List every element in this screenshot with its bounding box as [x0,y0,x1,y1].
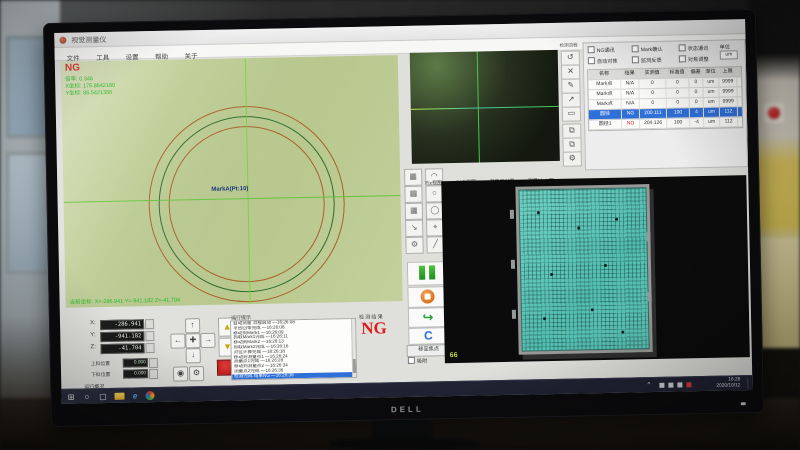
panel-count: 66 [450,352,458,359]
snap-checkbox[interactable]: 吸附 [408,357,428,365]
unit-select[interactable]: 单位 um [720,43,745,59]
axis-y-zero-button[interactable] [145,331,154,341]
tool-strip-label: 检测流程 [560,42,578,48]
jog-mode-button[interactable]: ◉ [173,366,188,381]
monitor: 视觉测量仪 文件 工具 设置 帮助 关于 NG 倍率: 0.346 X坐标: 1… [43,9,764,427]
tab-fix-view[interactable]: Fix视图 [425,179,442,186]
run-pause-button[interactable] [407,261,447,286]
pause-icon [419,266,425,280]
start-button[interactable]: ⊞ [65,392,76,403]
camera-status-ng: NG [65,62,80,73]
result-ng-value: NG [361,318,387,339]
tray-caret-icon[interactable]: ^ [643,380,654,391]
windows-taskbar: ⊞ ○ ▢ e ^ 16:28 2020/10/12 [61,375,752,404]
axis-x-label: X: [90,320,96,326]
search-icon[interactable]: ○ [81,391,92,402]
jog-right-button[interactable]: → [200,333,215,348]
frame-notch [511,260,515,269]
taskbar-clock[interactable]: 16:28 2020/10/12 [716,377,740,389]
emergency-button [764,103,784,123]
monitor-brand-logo: DELL [391,405,424,415]
axis-x-zero-button[interactable] [145,319,154,329]
frame-notch [510,210,514,219]
defect-dot [615,218,618,221]
camera-readout: Y坐标: 86.5421356 [65,88,112,97]
grid-tool-icon[interactable]: ▦ [404,186,422,203]
tray-icon-red[interactable] [686,382,691,387]
stop-icon [420,289,434,303]
checkbox-focus-adjust[interactable]: 对焦调整 [679,55,709,64]
grid-tool-icon[interactable]: ▦ [404,169,422,186]
mark-point-label: MarkA(Pt:10) [211,186,248,193]
edge-browser-icon[interactable]: e [129,390,140,401]
jog-left-button[interactable]: ← [170,333,185,348]
tray-icon[interactable] [668,383,673,388]
window-title: 视觉测量仪 [71,35,106,46]
jog-up-button[interactable]: ↑ [185,318,200,333]
axis-y-display: -941.182 [100,331,144,342]
roi-tool-icon[interactable]: ▭ [562,106,581,121]
file-explorer-icon[interactable] [114,393,124,400]
app-taskbar-icon[interactable] [145,391,154,400]
checkbox-ng-comm[interactable]: NG通讯 [588,46,615,55]
axis-z-label: Z: [90,344,95,350]
preset-load-display: 0.000 [123,358,148,367]
frame-notch [512,310,516,319]
panel-map-view[interactable]: 66 [441,175,750,363]
results-table: 名称 结果 实测值 标准值 偏差 单位 上限 Mark点N/A000um9999… [587,66,743,131]
task-view-icon[interactable]: ▢ [97,391,108,402]
pcb-map[interactable] [515,184,652,355]
pause-icon [429,265,435,279]
crosshair-horizontal [411,106,559,110]
checkbox-mark-confirm[interactable]: Mark确认 [632,45,663,54]
defect-dot [604,264,607,267]
defect-dot [621,331,624,334]
jog-down-button[interactable]: ↓ [186,348,201,363]
jog-center-button[interactable]: ✚ [185,333,200,348]
table-row[interactable]: 圆径1NG204.126100-4um112 [589,117,742,130]
preset-load-button[interactable] [149,358,158,368]
defect-dot [543,317,546,320]
preset-unload-button[interactable] [149,369,158,379]
axis-y-label: Y: [90,332,95,338]
gear-icon[interactable]: ⚙ [405,237,423,254]
axis-z-zero-button[interactable] [145,343,154,353]
grid-tool-icon[interactable]: ▦ [405,203,423,220]
preset-unload-display: 0.000 [123,369,148,378]
stop-button[interactable] [407,286,447,308]
app-icon [59,37,66,44]
preset-load-label: 上料位置 [91,360,110,367]
tray-icon[interactable] [677,382,682,387]
defect-dot [577,226,580,229]
log-scrollbar[interactable] [351,319,356,377]
show-desktop-button[interactable] [747,378,750,389]
checkbox-auto-focus[interactable]: 自动对焦 [588,57,618,66]
frame-notch [648,292,652,301]
checkbox-status-comm[interactable]: 状态通讯 [679,44,709,53]
axis-x-display: -286.941 [100,319,144,330]
return-button[interactable]: ↪ [408,307,448,328]
inspect-panel: NG通讯 Mark确认 状态通讯 单位 um 自动对焦 监测反馈 对焦调整 名称… [583,39,749,170]
main-camera-view[interactable]: NG 倍率: 0.346 X坐标: 175.8642180 Y坐标: 86.54… [61,55,403,308]
jog-settings-button[interactable]: ⚙ [189,366,204,381]
checkbox-monitor-feedback[interactable]: 监测反馈 [632,56,662,65]
defect-dot [591,308,594,311]
secondary-camera-view[interactable] [410,50,560,164]
log-list[interactable]: 自动测量 流程启动 —16:26:08 平台回零完成 —16:26:08 移动到… [230,318,357,381]
refresh-button[interactable]: C [408,327,448,345]
preset-unload-label: 下料位置 [91,371,110,378]
defect-dot [537,211,540,214]
axis-z-display: -41.704 [100,343,144,354]
gear-icon[interactable]: ⚙ [563,151,582,166]
frame-notch [646,232,650,241]
move-tool-icon[interactable]: ↘ [405,220,423,237]
tray-icon[interactable] [659,383,664,388]
power-led [741,402,746,405]
screen: 视觉测量仪 文件 工具 设置 帮助 关于 NG 倍率: 0.346 X坐标: 1… [54,19,752,404]
monitor-stand-base [330,438,480,450]
defect-dot [550,273,553,276]
